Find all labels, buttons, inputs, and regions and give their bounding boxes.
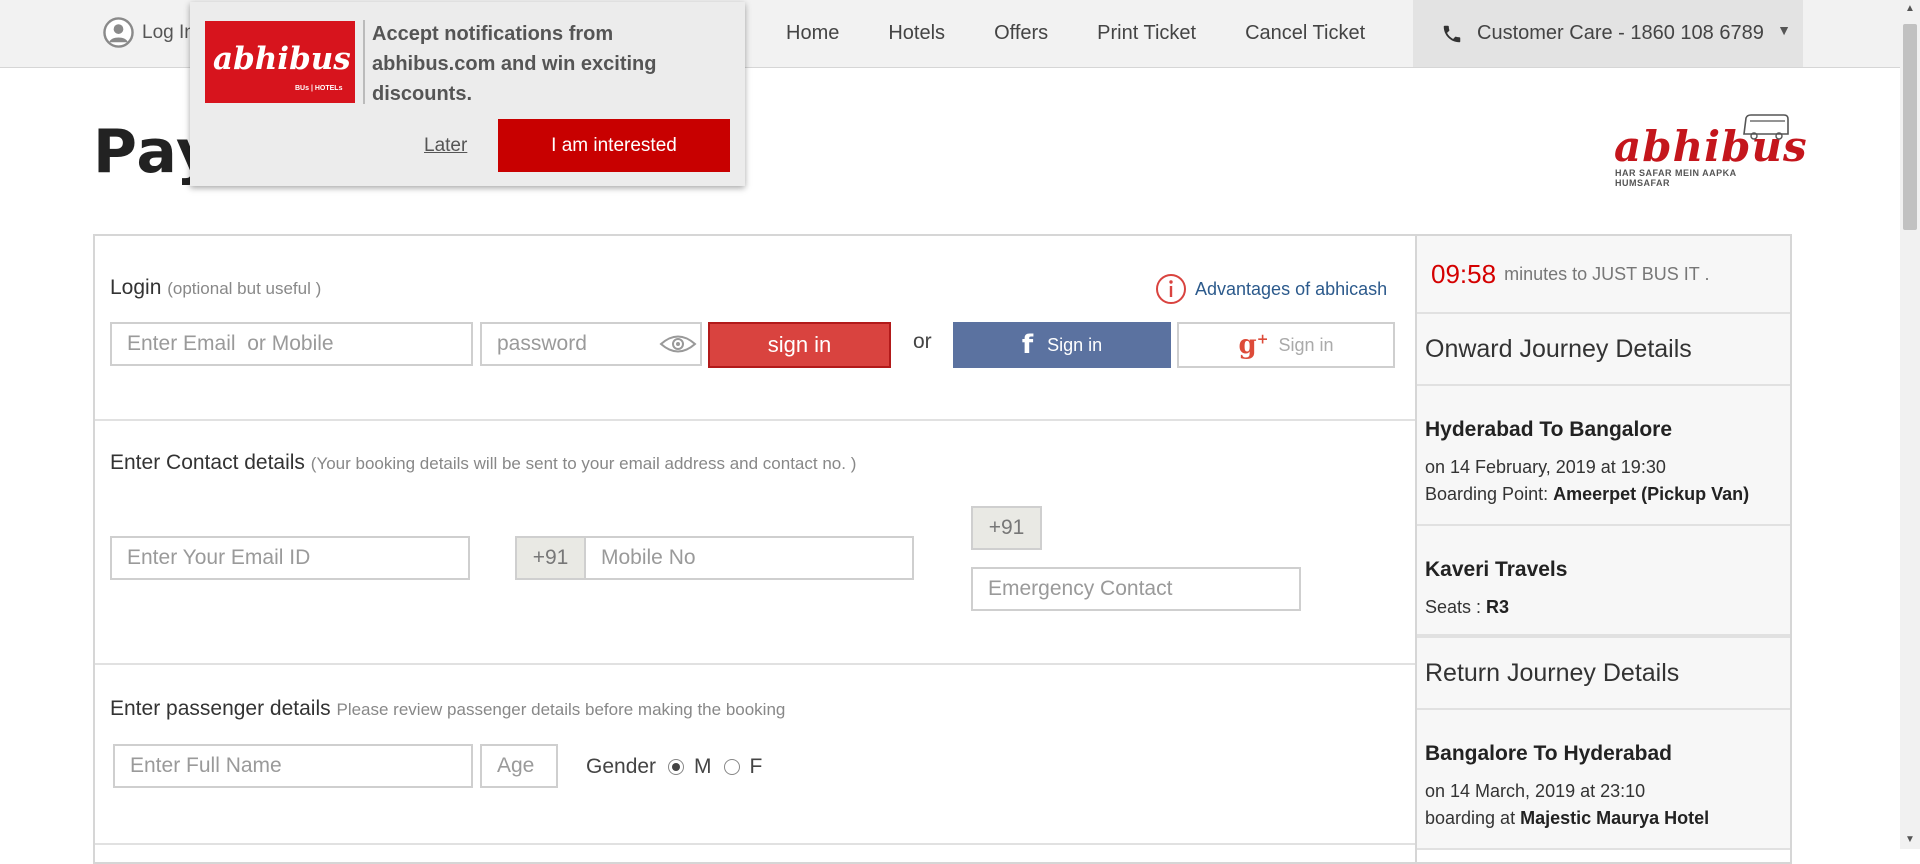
abhibus-logo[interactable]: abhibus HAR SAFAR MEIN AAPKA HUMSAFAR	[1612, 110, 1807, 188]
google-sign-in-label: Sign in	[1278, 334, 1334, 355]
return-date: on 14 March, 2019 at 23:10	[1425, 781, 1646, 801]
facebook-icon: f	[1021, 330, 1034, 360]
booking-timer: 09:58 minutes to JUST BUS IT .	[1417, 236, 1790, 314]
onward-boarding-label: Boarding Point:	[1425, 484, 1549, 504]
i-am-interested-button[interactable]: I am interested	[498, 119, 730, 172]
journey-summary-panel: 09:58 minutes to JUST BUS IT . Onward Jo…	[1415, 234, 1792, 864]
customer-care-label: Customer Care - 1860 108 6789	[1477, 22, 1764, 44]
scroll-up-arrow-icon[interactable]: ▲	[1900, 0, 1920, 18]
nav-home[interactable]: Home	[786, 22, 839, 45]
operator-name: Kaveri Travels	[1425, 558, 1568, 581]
info-icon	[1156, 274, 1186, 304]
emergency-country-code: +91	[971, 506, 1042, 550]
login-label: Log In	[142, 21, 195, 43]
bus-icon	[1743, 114, 1789, 140]
later-button[interactable]: Later	[424, 135, 467, 157]
timer-value: 09:58	[1431, 258, 1497, 289]
gender-male-label: M	[694, 755, 712, 778]
main-menu: Home Hotels Offers Print Ticket Cancel T…	[786, 0, 1414, 67]
onward-route: Hyderabad To Bangalore	[1425, 418, 1672, 441]
mobile-country-code: +91	[515, 536, 586, 580]
passenger-section: Enter passenger details Please review pa…	[95, 665, 1415, 845]
phone-icon	[1443, 25, 1461, 42]
notification-popup: abhibus BUs | HOTELs Accept notification…	[190, 2, 745, 186]
scroll-down-arrow-icon[interactable]: ▼	[1900, 831, 1920, 849]
return-route: Bangalore To Hyderabad	[1425, 742, 1672, 765]
seats-label: Seats :	[1425, 597, 1482, 617]
google-plus-icon: g+	[1238, 330, 1269, 360]
popup-logo-wordmark: abhibus	[213, 41, 351, 77]
passenger-title: Enter passenger details	[110, 697, 331, 720]
onward-boarding: Boarding Point: Ameerpet (Pickup Van)	[1425, 484, 1749, 505]
popup-logo-tag: BUs | HOTELs	[295, 85, 343, 92]
login-heading: Login (optional but useful )	[110, 276, 321, 300]
onward-journey-info: Hyderabad To Bangalore on 14 February, 2…	[1417, 386, 1790, 526]
nav-print-ticket[interactable]: Print Ticket	[1097, 22, 1196, 45]
gender-female-radio[interactable]	[723, 759, 740, 775]
login-link[interactable]: Log In	[103, 17, 195, 48]
contact-note: (Your booking details will be sent to yo…	[310, 454, 857, 473]
gender-female-label: F	[749, 755, 763, 778]
return-boarding: boarding at Majestic Maurya Hotel	[1425, 808, 1709, 829]
onward-journey-heading: Onward Journey Details	[1417, 314, 1790, 386]
return-boarding-point: Majestic Maurya Hotel	[1520, 808, 1710, 828]
login-section: Login (optional but useful ) Advantages …	[95, 236, 1415, 421]
passenger-age-input[interactable]	[480, 744, 558, 788]
gender-male-radio[interactable]	[668, 759, 685, 775]
mobile-input[interactable]	[584, 536, 914, 580]
seat-number: R3	[1486, 597, 1510, 617]
return-journey-info: Bangalore To Hyderabad on 14 March, 2019…	[1417, 710, 1790, 850]
timer-text: minutes to JUST BUS IT .	[1504, 263, 1710, 284]
contact-heading: Enter Contact details (Your booking deta…	[110, 451, 856, 475]
emergency-contact-input[interactable]	[971, 567, 1301, 611]
facebook-sign-in-button[interactable]: f Sign in	[953, 322, 1171, 368]
return-boarding-label: boarding at	[1425, 808, 1516, 828]
page-scrollbar[interactable]: ▲ ▼	[1900, 0, 1920, 849]
login-note: (optional but useful )	[167, 279, 322, 298]
operator-info: Kaveri Travels Seats : R3	[1417, 526, 1790, 638]
user-icon	[103, 17, 134, 48]
google-sign-in-button[interactable]: g+ Sign in	[1177, 322, 1395, 368]
abhicash-advantages-link[interactable]: Advantages of abhicash	[1155, 273, 1387, 305]
nav-hotels[interactable]: Hotels	[888, 22, 945, 45]
booking-form: Login (optional but useful ) Advantages …	[93, 234, 1415, 864]
passenger-name-input[interactable]	[113, 744, 473, 788]
login-email-input[interactable]	[110, 322, 473, 366]
contact-title: Enter Contact details	[110, 451, 305, 474]
contact-section: Enter Contact details (Your booking deta…	[95, 421, 1415, 665]
login-title: Login	[110, 276, 162, 299]
onward-boarding-point: Ameerpet (Pickup Van)	[1553, 484, 1750, 504]
logo-tagline: HAR SAFAR MEIN AAPKA HUMSAFAR	[1615, 168, 1737, 188]
advantages-label: Advantages of abhicash	[1195, 278, 1388, 299]
nav-offers[interactable]: Offers	[994, 22, 1048, 45]
nav-cancel-ticket[interactable]: Cancel Ticket	[1245, 22, 1365, 45]
chevron-down-icon: ▼	[1777, 22, 1791, 38]
popup-divider	[363, 20, 365, 104]
scroll-thumb[interactable]	[1903, 24, 1917, 230]
contact-email-input[interactable]	[110, 536, 470, 580]
or-separator: or	[913, 330, 932, 353]
sign-in-button[interactable]: sign in	[708, 322, 891, 368]
eye-icon[interactable]	[659, 332, 697, 356]
popup-message: Accept notifications from abhibus.com an…	[372, 23, 657, 105]
return-journey-heading: Return Journey Details	[1417, 638, 1790, 710]
popup-logo: abhibus BUs | HOTELs	[205, 21, 355, 103]
gender-selector: Gender M F	[586, 755, 762, 779]
onward-date: on 14 February, 2019 at 19:30	[1425, 457, 1666, 477]
gender-label: Gender	[586, 755, 657, 778]
passenger-note: Please review passenger details before m…	[336, 700, 786, 719]
customer-care-dropdown[interactable]: Customer Care - 1860 108 6789 ▼	[1413, 0, 1803, 67]
seat-info: Seats : R3	[1425, 597, 1509, 618]
facebook-sign-in-label: Sign in	[1047, 334, 1103, 355]
passenger-heading: Enter passenger details Please review pa…	[110, 697, 785, 721]
